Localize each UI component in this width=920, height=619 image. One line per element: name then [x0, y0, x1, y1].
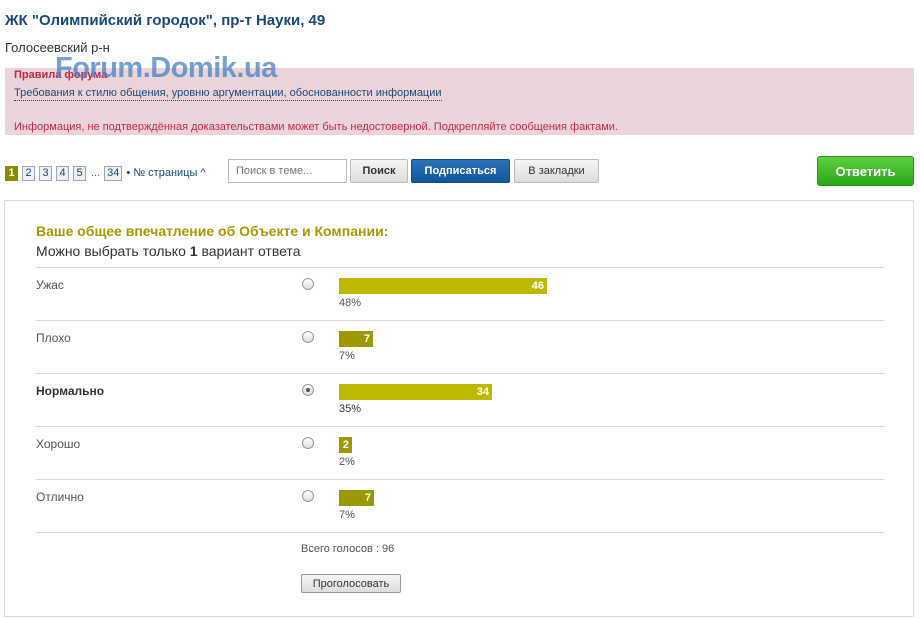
page-jump-link[interactable]: • № страницы ^	[126, 167, 205, 179]
poll-result-bar: 7	[339, 331, 373, 347]
page-2-link[interactable]: 2	[22, 165, 35, 181]
poll-divider	[36, 532, 884, 533]
bookmark-button[interactable]: В закладки	[514, 159, 599, 183]
page-last-link[interactable]: 34	[104, 165, 123, 181]
topic-title: ЖК "Олимпийский городок", пр-т Науки, 49	[5, 12, 326, 29]
poll-option-radio[interactable]	[302, 278, 314, 290]
poll-option-row: Ужас 46 48%	[36, 267, 884, 320]
subscribe-button[interactable]: Подписаться	[411, 159, 510, 183]
poll-result-percent: 2%	[339, 456, 355, 468]
search-button[interactable]: Поиск	[350, 159, 408, 183]
poll-hint-suffix: вариант ответа	[197, 243, 301, 259]
poll-result-percent: 35%	[339, 403, 362, 415]
poll-result-percent: 7%	[339, 350, 355, 362]
poll-option-row: Плохо 7 7%	[36, 320, 884, 373]
poll-option-label: Нормально	[36, 384, 105, 398]
pager-ellipsis: ...	[91, 167, 101, 179]
page-4-link[interactable]: 4	[56, 165, 69, 181]
poll-option-row: Хорошо 2 2%	[36, 426, 884, 479]
site-watermark-logo: Forum.Domik.ua	[55, 52, 277, 84]
poll-option-label: Ужас	[36, 278, 64, 292]
topic-search-input[interactable]	[228, 159, 347, 183]
page-5-link[interactable]: 5	[73, 165, 86, 181]
poll-result-bar: 2	[339, 437, 352, 453]
reply-button[interactable]: Ответить	[817, 156, 914, 186]
poll-option-label: Отлично	[36, 490, 84, 504]
poll-result-bar: 46	[339, 278, 547, 294]
page-3-link[interactable]: 3	[39, 165, 52, 181]
page-1-current: 1	[5, 165, 18, 181]
poll-question: Ваше общее впечатление об Объекте и Комп…	[36, 223, 389, 239]
poll-option-radio-checked[interactable]	[302, 384, 314, 396]
pagination: 1 2 3 4 5 ... 34 • № страницы ^	[5, 165, 206, 181]
poll-hint-count: 1	[189, 243, 198, 259]
poll-option-row: Отлично 7 7%	[36, 479, 884, 532]
poll-result-percent: 7%	[339, 509, 355, 521]
rules-warning: Информация, не подтверждённая доказатель…	[14, 121, 618, 133]
poll-result-percent: 48%	[339, 297, 362, 309]
poll-option-radio[interactable]	[302, 437, 314, 449]
poll-option-radio[interactable]	[302, 490, 314, 502]
poll-total-votes: Всего голосов : 96	[301, 543, 395, 555]
poll-result-bar: 7	[339, 490, 374, 506]
rules-link[interactable]: Требования к стилю общения, уровню аргум…	[14, 87, 442, 101]
poll-panel: Ваше общее впечатление об Объекте и Комп…	[4, 200, 914, 617]
poll-hint-prefix: Можно выбрать только	[36, 243, 190, 259]
vote-button[interactable]: Проголосовать	[301, 574, 401, 593]
poll-option-label: Плохо	[36, 331, 71, 345]
poll-hint: Можно выбрать только 1 вариант ответа	[36, 243, 300, 259]
poll-result-bar: 34	[339, 384, 492, 400]
poll-option-label: Хорошо	[36, 437, 81, 451]
poll-option-row: Нормально 34 35%	[36, 373, 884, 426]
poll-option-radio[interactable]	[302, 331, 314, 343]
